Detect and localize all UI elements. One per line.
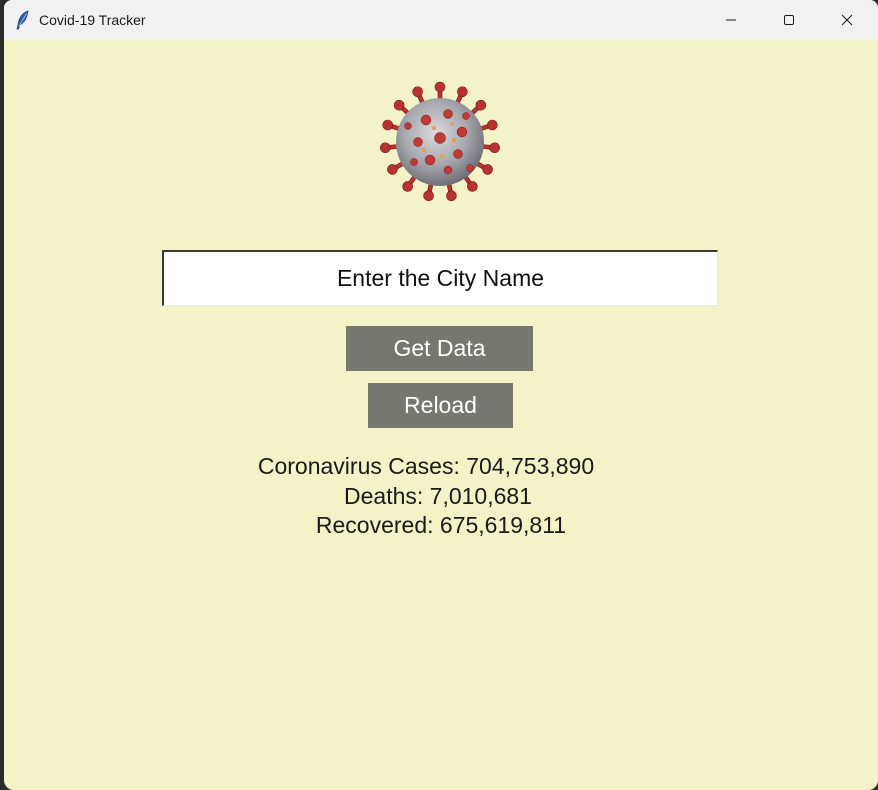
recovered-stat: Recovered: 675,619,811 (315, 512, 567, 538)
deaths-stat: Deaths: 7,010,681 (344, 482, 532, 509)
stats-panel: Coronavirus Cases: 704,753,890 Deaths: 7… (4, 452, 878, 541)
maximize-icon (783, 14, 795, 26)
close-icon (841, 14, 853, 26)
main-content: Get Data Reload Coronavirus Cases: 704,7… (4, 40, 878, 790)
coronavirus-icon (378, 80, 502, 204)
minimize-icon (725, 14, 737, 26)
reload-button[interactable]: Reload (368, 383, 513, 428)
close-button[interactable] (818, 0, 876, 40)
maximize-button[interactable] (760, 0, 818, 40)
app-window: Covid-19 Tracker Enter the City Name Get… (4, 0, 878, 790)
title-bar[interactable]: Covid-19 Tracker (4, 0, 878, 40)
window-title: Covid-19 Tracker (39, 12, 146, 28)
cases-stat: Coronavirus Cases: 704,753,890 (257, 453, 595, 479)
city-name-input[interactable] (162, 250, 718, 306)
get-data-button[interactable]: Get Data (346, 326, 533, 371)
minimize-button[interactable] (702, 0, 760, 40)
feather-icon (16, 10, 30, 30)
